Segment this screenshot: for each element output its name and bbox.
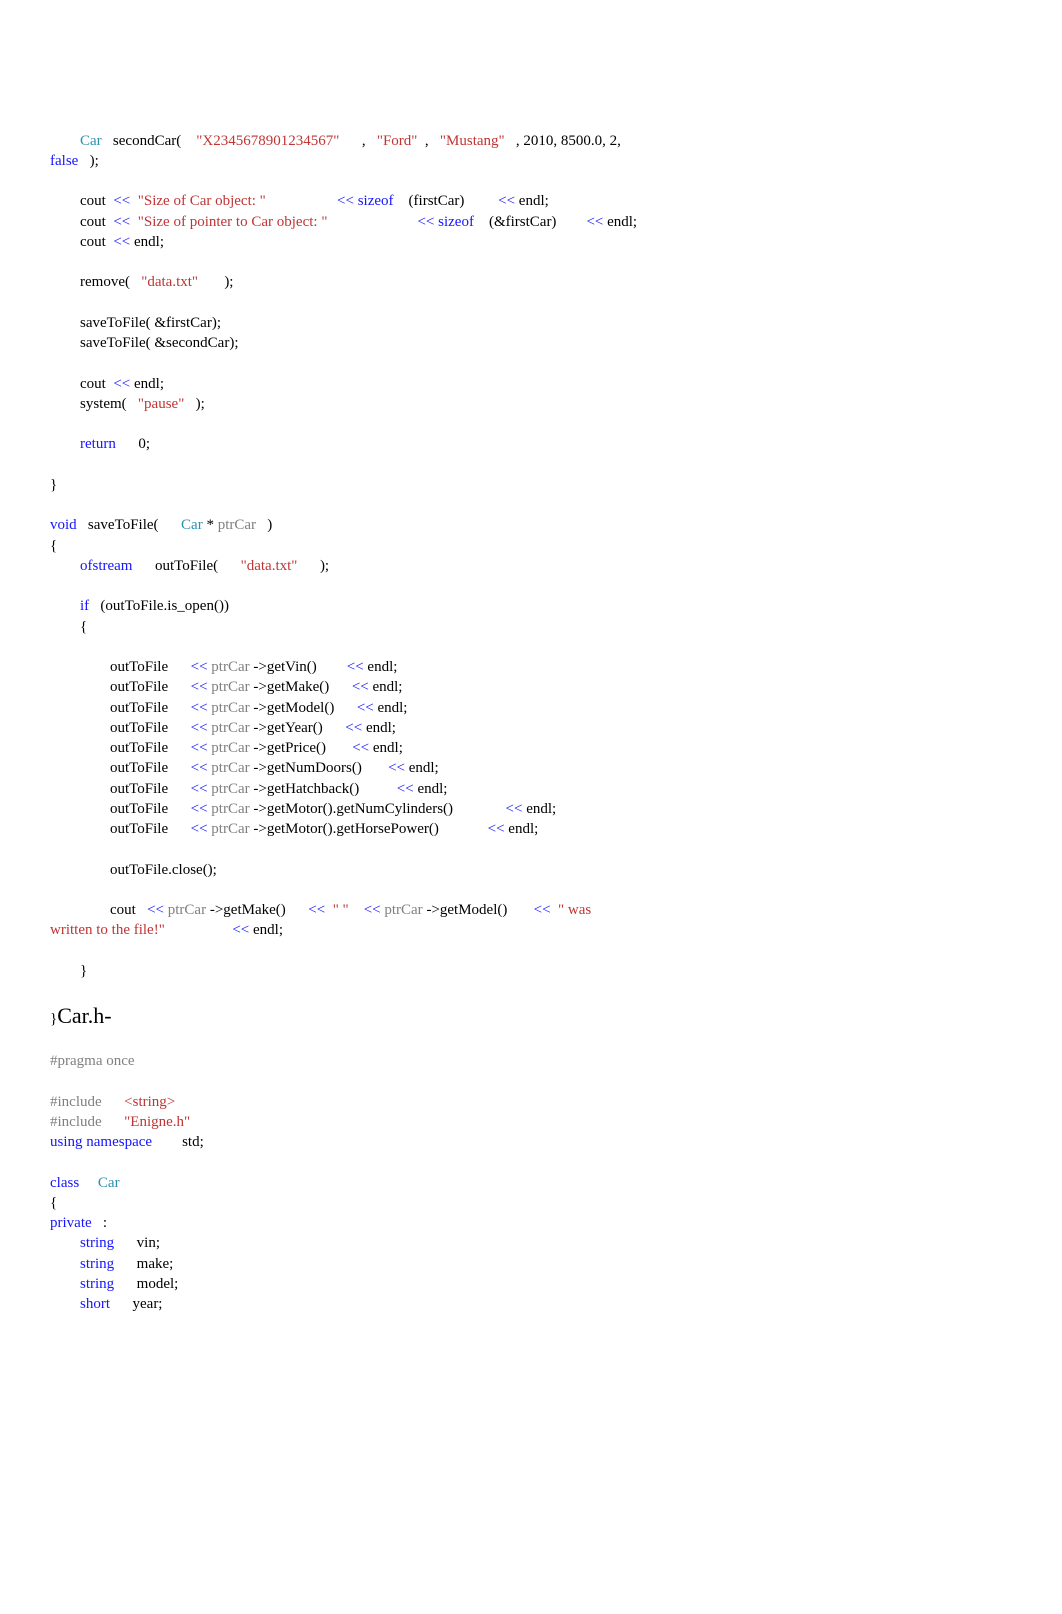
code-line: void saveToFile( Car * ptrCar )	[50, 517, 272, 533]
code-line: string vin;	[50, 1235, 160, 1251]
code-line: outToFile.close();	[50, 862, 217, 878]
code-line: {	[50, 538, 57, 554]
code-line: outToFile << ptrCar ->getVin() << endl;	[50, 659, 397, 675]
code-line: outToFile << ptrCar ->getMotor().getNumC…	[50, 801, 556, 817]
code-line: outToFile << ptrCar ->getHatchback() << …	[50, 781, 447, 797]
code-line: string model;	[50, 1276, 178, 1292]
code-line: cout << "Size of pointer to Car object: …	[50, 214, 637, 230]
code-line: }	[50, 963, 87, 979]
heading-line: }Car.h-	[50, 1011, 112, 1027]
code-line: using namespace std;	[50, 1134, 204, 1150]
code-line: written to the file!" << endl;	[50, 922, 283, 938]
code-line: {	[50, 1195, 57, 1211]
code-line: class Car	[50, 1175, 120, 1191]
code-line: cout << endl;	[50, 376, 164, 392]
code-line: outToFile << ptrCar ->getMake() << endl;	[50, 679, 402, 695]
code-line: outToFile << ptrCar ->getMotor().getHors…	[50, 821, 538, 837]
code-line: if (outToFile.is_open())	[50, 598, 229, 614]
code-line: #include "Enigne.h"	[50, 1114, 190, 1130]
code-line: outToFile << ptrCar ->getPrice() << endl…	[50, 740, 403, 756]
document-page: Car secondCar( "X2345678901234567" , "Fo…	[0, 0, 1062, 1614]
code-line: outToFile << ptrCar ->getNumDoors() << e…	[50, 760, 439, 776]
pragma-directive: #pragma once	[50, 1053, 135, 1069]
section-title-car-h: Car.h-	[57, 1003, 111, 1028]
code-line: string make;	[50, 1256, 173, 1272]
code-line: {	[50, 619, 87, 635]
type-car: Car	[80, 133, 102, 149]
code-line: private :	[50, 1215, 107, 1231]
code-line: cout << endl;	[50, 234, 164, 250]
code-line: Car secondCar( "X2345678901234567" , "Fo…	[50, 133, 625, 149]
code-line: }	[50, 477, 57, 493]
code-line: short year;	[50, 1296, 162, 1312]
code-line: saveToFile( &firstCar);	[50, 315, 221, 331]
code-line: cout << "Size of Car object: " << sizeof…	[50, 193, 549, 209]
code-line: ofstream outToFile( "data.txt" );	[50, 558, 329, 574]
code-line: false );	[50, 153, 99, 169]
code-line: remove( "data.txt" );	[50, 274, 233, 290]
code-line: outToFile << ptrCar ->getYear() << endl;	[50, 720, 396, 736]
code-line: return 0;	[50, 436, 150, 452]
code-line: cout << ptrCar ->getMake() << " " << ptr…	[50, 902, 595, 918]
code-line: #include <string>	[50, 1094, 175, 1110]
code-line: outToFile << ptrCar ->getModel() << endl…	[50, 700, 407, 716]
code-line: system( "pause" );	[50, 396, 205, 412]
code-line: saveToFile( &secondCar);	[50, 335, 239, 351]
code-block: Car secondCar( "X2345678901234567" , "Fo…	[50, 90, 1012, 1314]
